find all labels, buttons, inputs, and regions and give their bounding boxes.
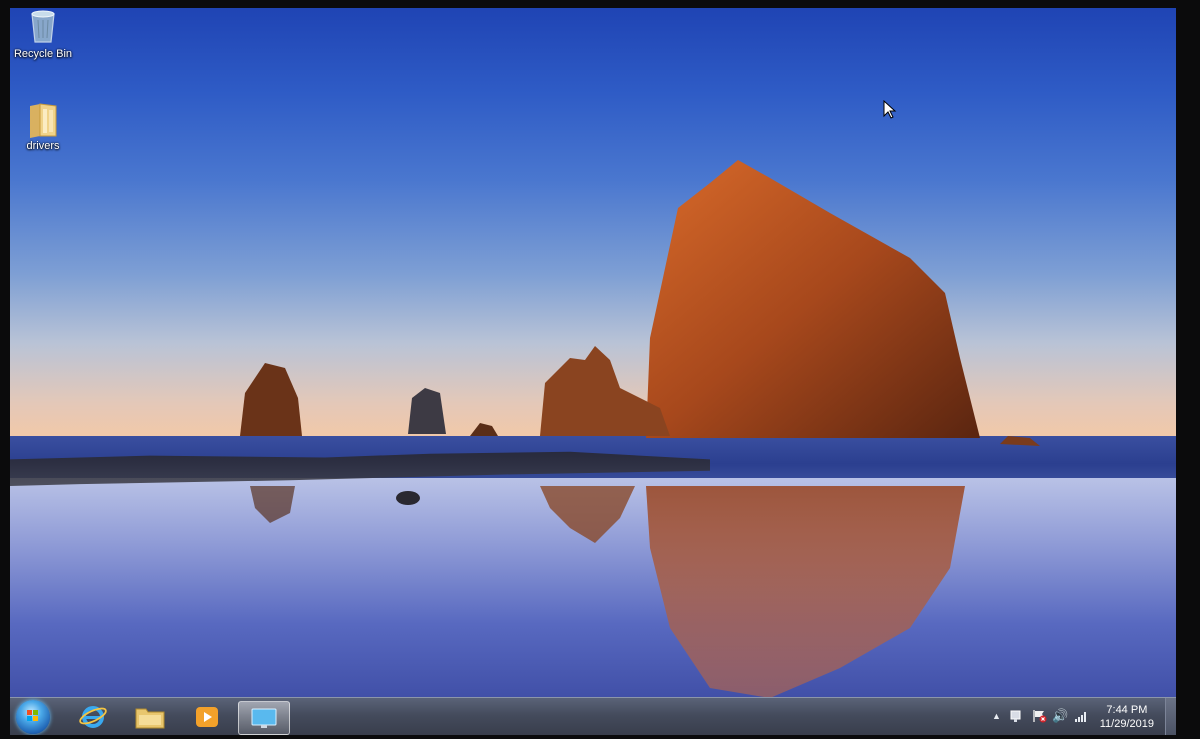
taskbar-internet-explorer-button[interactable] [68,701,118,733]
desktop-screen: Recycle Bin drivers ▲ 🔊 7:44 PM 11/29/20… [10,8,1176,735]
clock-date: 11/29/2019 [1099,718,1154,730]
recycle-bin-icon [31,10,55,43]
internet-explorer-icon [79,706,107,728]
windows-logo-icon [27,710,38,721]
taskbar-active-window-button[interactable] [238,701,290,735]
network-icon[interactable] [1010,709,1024,723]
media-player-icon [196,707,218,727]
taskbar: ▲ 🔊 7:44 PM 11/29/2019 [10,697,1176,735]
action-center-flag-icon[interactable] [1032,709,1048,723]
wallpaper-rocks [240,160,1040,698]
taskbar-clock[interactable]: 7:44 PM 11/29/2019 [1100,703,1154,731]
signal-icon[interactable] [1074,709,1088,723]
show-hidden-icons-arrow[interactable]: ▲ [992,711,1001,721]
display-icon [251,708,277,728]
folder-icon [135,708,165,729]
desktop-icon-drivers[interactable]: drivers [10,100,76,152]
desktop-icon-recycle-bin[interactable]: Recycle Bin [10,8,76,60]
desktop-icon-label: drivers [26,140,60,152]
notification-area: ▲ 🔊 7:44 PM 11/29/2019 [986,698,1176,735]
start-button[interactable] [16,700,50,734]
mouse-pointer-icon [883,100,897,119]
taskbar-media-player-button[interactable] [182,701,232,733]
volume-icon[interactable]: 🔊 [1052,708,1068,724]
taskbar-windows-explorer-button[interactable] [125,701,175,733]
show-desktop-button[interactable] [1165,698,1176,735]
clock-time: 7:44 PM [1106,704,1148,716]
desktop-icon-label: Recycle Bin [13,48,73,60]
folder-icon [30,103,57,138]
